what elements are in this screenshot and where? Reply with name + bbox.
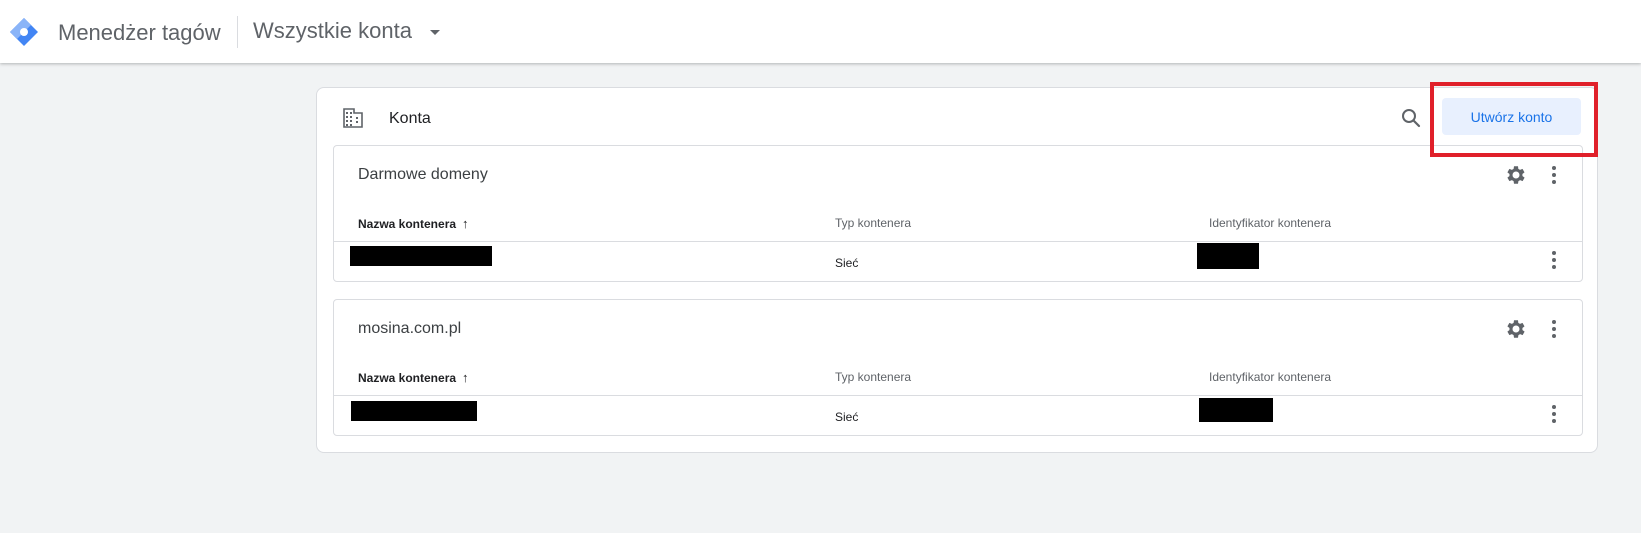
search-icon[interactable] [1400,107,1422,129]
accounts-card-header: Konta Utwórz konto [317,88,1597,146]
sort-arrow-up-icon: ↑ [462,216,469,231]
top-app-bar: Menedżer tagów Wszystkie konta [0,0,1641,63]
account-section: mosina.com.pl Nazwa kontenera ↑ Typ konte… [333,299,1583,436]
accounts-card: Konta Utwórz konto Darmowe domeny Nazwa … [316,87,1598,453]
column-header-type[interactable]: Typ kontenera [835,216,911,230]
column-header-type[interactable]: Typ kontenera [835,370,911,384]
account-name[interactable]: mosina.com.pl [358,320,461,338]
row-divider [334,395,1582,396]
redacted-container-name[interactable] [351,401,477,421]
gear-icon[interactable] [1504,317,1528,341]
account-picker[interactable]: Wszystkie konta [253,18,440,44]
dropdown-caret-icon [429,29,440,35]
row-menu-icon[interactable] [1542,402,1566,426]
redacted-container-name[interactable] [350,246,492,266]
sort-arrow-up-icon: ↑ [462,370,469,385]
account-menu-icon[interactable] [1542,163,1566,187]
redacted-container-id [1199,398,1273,422]
header-divider [237,16,238,48]
column-header-name[interactable]: Nazwa kontenera ↑ [358,370,469,385]
account-section: Darmowe domeny Nazwa kontenera ↑ Typ kont… [333,145,1583,282]
row-divider [334,241,1582,242]
account-picker-label: Wszystkie konta [253,18,412,43]
column-header-name[interactable]: Nazwa kontenera ↑ [358,216,469,231]
account-menu-icon[interactable] [1542,317,1566,341]
column-header-id[interactable]: Identyfikator kontenera [1209,370,1331,384]
row-menu-icon[interactable] [1542,248,1566,272]
gear-icon[interactable] [1504,163,1528,187]
tag-manager-logo-icon[interactable] [8,16,40,48]
create-account-button[interactable]: Utwórz konto [1442,98,1581,135]
column-header-id[interactable]: Identyfikator kontenera [1209,216,1331,230]
app-title[interactable]: Menedżer tagów [58,20,221,46]
container-type: Sieć [835,410,859,424]
card-title: Konta [389,110,431,127]
redacted-container-id [1197,243,1259,269]
account-name[interactable]: Darmowe domeny [358,166,488,184]
container-type: Sieć [835,256,859,270]
building-icon [343,108,363,128]
